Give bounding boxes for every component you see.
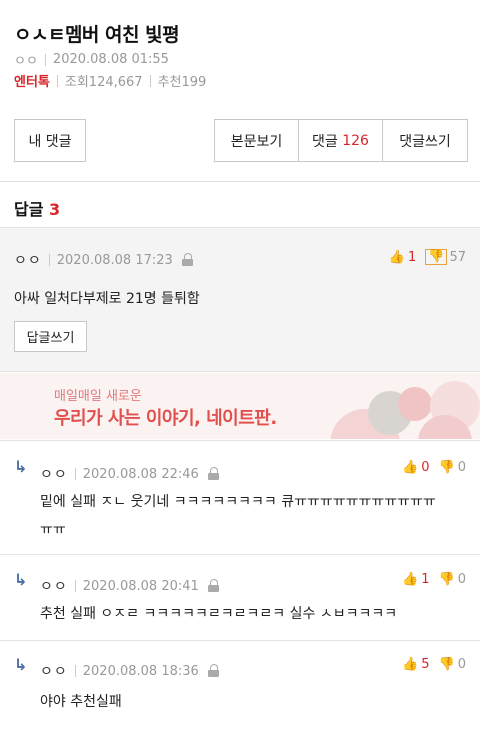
thumbs-up-icon: 👍: [402, 460, 419, 475]
downvote-count: 0: [457, 460, 466, 475]
divider: [56, 74, 58, 87]
comment-action-group: 본문보기 댓글 126 댓글쓰기: [214, 119, 468, 162]
divider: [74, 580, 76, 592]
upvote-button[interactable]: 👍 5: [402, 657, 429, 672]
comments-button[interactable]: 댓글 126: [299, 120, 383, 161]
post-author[interactable]: ㅇㅇ: [14, 50, 38, 69]
divider: [74, 665, 76, 677]
comment-datetime: 2020.08.08 20:41: [82, 578, 199, 594]
comment-divider: [0, 640, 480, 641]
sub-comment-meta: ㅇㅇ 2020.08.08 18:36: [40, 661, 220, 681]
lock-icon[interactable]: [207, 664, 220, 678]
upvote-button[interactable]: 👍 0: [402, 460, 429, 475]
reply-arrow-icon: ↳: [14, 655, 28, 674]
sub-comment-text: 추천 실패 ㅇㅈㄹ ㅋㅋㅋㅋㅋㄹㅋㄹㅋㄹㅋ 실수 ㅅㅂㅋㅋㅋㅋ: [40, 606, 398, 622]
reply-arrow-icon: ↳: [14, 457, 28, 476]
write-comment-button[interactable]: 댓글쓰기: [383, 120, 467, 161]
ad-headline: 우리가 사는 이야기, 네이트판.: [54, 408, 277, 429]
comment-datetime: 2020.08.08 17:23: [56, 252, 173, 268]
downvote-count: 0: [457, 572, 466, 587]
comments-label: 댓글: [312, 133, 338, 150]
divider: [44, 53, 46, 66]
reply-arrow-icon: ↳: [14, 570, 28, 589]
ad-banner[interactable]: 매일매일 새로운 우리가 사는 이야기, 네이트판.: [0, 373, 480, 439]
post-datetime: 2020.08.08 01:55: [52, 52, 169, 67]
upvote-count: 0: [421, 460, 430, 475]
comment-author[interactable]: ㅇㅇ: [40, 464, 68, 484]
sub-comment-text-continued: ㅠㅠ: [40, 522, 66, 538]
downvote-button[interactable]: 👎 57: [425, 249, 466, 265]
thumbs-down-icon: 👎: [438, 460, 455, 475]
post-category[interactable]: 엔터톡: [14, 71, 50, 90]
upvote-count: 1: [421, 572, 430, 587]
my-comments-button[interactable]: 내 댓글: [14, 119, 86, 162]
view-body-button[interactable]: 본문보기: [215, 120, 299, 161]
comment-divider: [0, 554, 480, 555]
upvote-count: 1: [407, 249, 417, 265]
upvote-button[interactable]: 👍 1: [402, 572, 429, 587]
upvote-button[interactable]: 👍 1: [389, 250, 416, 265]
balloon-decoration: [398, 387, 432, 421]
main-comment-votes: 👍 1 👎 57: [389, 249, 466, 265]
replies-heading: 답글 3: [14, 196, 60, 220]
divider: [74, 468, 76, 480]
sub-comment-votes: 👍 0 👎 0: [402, 460, 466, 475]
comment-author[interactable]: ㅇㅇ: [14, 250, 42, 270]
thumbs-down-icon: 👎: [438, 572, 455, 587]
divider: [48, 254, 50, 266]
replies-heading-label: 답글: [14, 200, 44, 219]
replies-count: 3: [49, 200, 61, 219]
downvote-count: 0: [457, 657, 466, 672]
post-stats: 엔터톡 조회124,667 추천199: [14, 71, 206, 90]
comment-divider: [0, 440, 480, 441]
lock-icon[interactable]: [181, 253, 194, 267]
sub-comment-votes: 👍 1 👎 0: [402, 572, 466, 587]
post-meta: ㅇㅇ 2020.08.08 01:55: [14, 50, 169, 69]
main-comment-meta: ㅇㅇ 2020.08.08 17:23: [14, 250, 194, 270]
sub-comment-text: 야야 추천실패: [40, 694, 122, 710]
section-divider: [0, 181, 480, 182]
lock-icon[interactable]: [207, 579, 220, 593]
post-views: 조회124,667: [64, 75, 143, 90]
downvote-button[interactable]: 👎 0: [439, 572, 466, 587]
thumbs-down-icon: 👎: [425, 249, 448, 265]
sub-comment-meta: ㅇㅇ 2020.08.08 20:41: [40, 576, 220, 596]
comment-author[interactable]: ㅇㅇ: [40, 576, 68, 596]
downvote-count: 57: [449, 249, 466, 265]
divider: [149, 74, 151, 87]
upvote-count: 5: [421, 657, 430, 672]
comment-datetime: 2020.08.08 22:46: [82, 466, 199, 482]
sub-comment-text: 밑에 실패 ㅈㄴ 웃기네 ㅋㅋㅋㅋㅋㅋㅋㅋ 큐ㅠㅠㅠㅠㅠㅠㅠㅠㅠㅠㅠ: [40, 494, 436, 510]
sub-comment-meta: ㅇㅇ 2020.08.08 22:46: [40, 464, 220, 484]
comments-count: 126: [342, 132, 369, 149]
lock-icon[interactable]: [207, 467, 220, 481]
thumbs-down-icon: 👎: [438, 657, 455, 672]
ad-tagline: 매일매일 새로운: [54, 389, 142, 404]
comment-datetime: 2020.08.08 18:36: [82, 663, 199, 679]
thumbs-up-icon: 👍: [402, 572, 419, 587]
write-reply-button[interactable]: 답글쓰기: [14, 321, 87, 352]
main-comment-text: 아싸 일처다부제로 21명 들튀함: [14, 291, 200, 307]
downvote-button[interactable]: 👎 0: [439, 460, 466, 475]
downvote-button[interactable]: 👎 0: [439, 657, 466, 672]
thumbs-up-icon: 👍: [388, 249, 405, 265]
post-title: ㅇㅅㅌ멤버 여친 빛평: [14, 24, 180, 46]
post-recommend: 추천199: [157, 75, 207, 90]
sub-comment-votes: 👍 5 👎 0: [402, 657, 466, 672]
thumbs-up-icon: 👍: [402, 657, 419, 672]
comment-author[interactable]: ㅇㅇ: [40, 661, 68, 681]
